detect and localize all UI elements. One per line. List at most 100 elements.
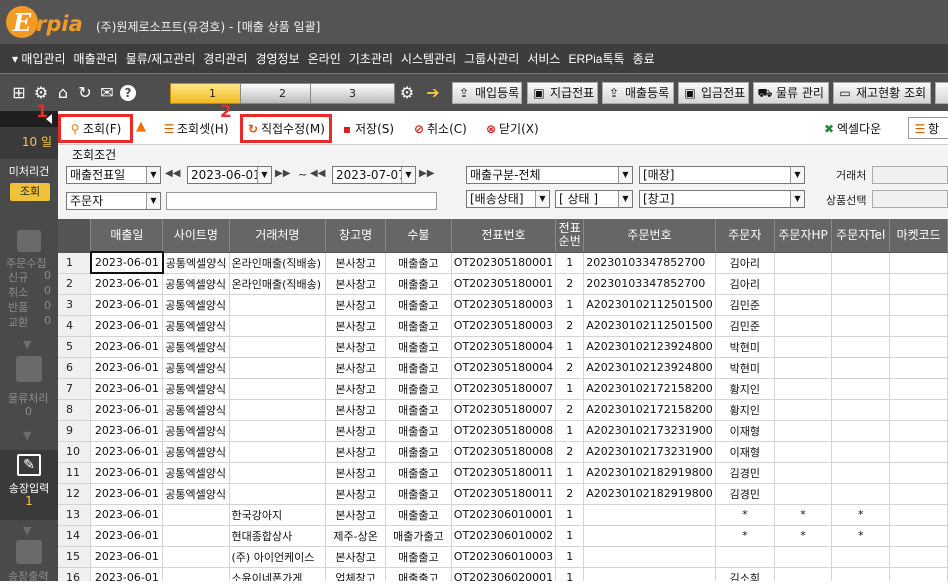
table-cell[interactable]: 이재형	[715, 441, 775, 463]
table-cell[interactable]: OT202306010001	[451, 504, 557, 526]
table-cell[interactable]	[889, 357, 948, 379]
table-cell[interactable]: 20230103347852700	[583, 273, 716, 295]
table-cell[interactable]	[583, 567, 716, 581]
table-cell[interactable]: 2023-06-01	[90, 357, 164, 379]
table-cell[interactable]: A20230102173231900	[583, 441, 716, 463]
tab-3[interactable]: 3	[310, 83, 395, 104]
table-cell[interactable]	[774, 336, 833, 358]
table-cell[interactable]	[831, 420, 891, 442]
table-row[interactable]: 15 2023-06-01 (주) 아이언케이스 본사창고 매출출고 OT20230601…	[58, 546, 948, 568]
table-cell[interactable]: 본사창고	[325, 546, 386, 568]
table-cell[interactable]: 현대종합상사	[229, 525, 327, 547]
refresh-icon[interactable]: ↻	[76, 84, 94, 102]
table-cell[interactable]	[774, 315, 833, 337]
next-icon[interactable]: ▶▶	[419, 168, 434, 179]
table-cell[interactable]: 2023-06-01	[90, 420, 164, 442]
table-cell[interactable]: 공통엑셀양식	[162, 357, 230, 379]
table-cell[interactable]: 2	[555, 483, 585, 505]
table-cell[interactable]	[889, 273, 948, 295]
table-cell[interactable]: 2023-06-01	[90, 399, 164, 421]
date-to-input[interactable]: 2023-07-07 ▼	[332, 166, 416, 184]
table-cell[interactable]	[831, 273, 891, 295]
table-cell[interactable]: 2	[555, 357, 585, 379]
date-type-select[interactable]: 매출전표일 ▼	[66, 166, 161, 184]
table-cell[interactable]: 2023-06-01	[90, 546, 164, 568]
items-button[interactable]: ☰ 항	[908, 117, 948, 139]
table-cell[interactable]	[774, 378, 833, 400]
table-cell[interactable]	[831, 336, 891, 358]
table-cell[interactable]: 1	[555, 462, 585, 484]
table-cell[interactable]	[229, 294, 327, 316]
table-cell[interactable]	[831, 315, 891, 337]
table-cell[interactable]	[774, 441, 833, 463]
table-cell[interactable]: 2023-06-01	[90, 273, 164, 295]
table-cell[interactable]: 공통엑셀양식	[162, 462, 230, 484]
table-cell[interactable]: 2023-06-01	[90, 462, 164, 484]
left-inquiry-button[interactable]: 조회	[10, 183, 50, 201]
table-cell[interactable]	[229, 441, 327, 463]
table-cell[interactable]: 2023-06-01	[90, 483, 164, 505]
table-cell[interactable]: OT202305180011	[451, 462, 557, 484]
table-cell[interactable]	[889, 462, 948, 484]
table-cell[interactable]: 매출출고	[385, 378, 452, 400]
table-cell[interactable]: A20230102112501500	[583, 294, 716, 316]
table-cell[interactable]: 공통엑셀양식	[162, 294, 230, 316]
orderer-select[interactable]: 주문자 ▼	[66, 192, 161, 210]
table-cell[interactable]: 본사창고	[325, 462, 386, 484]
warehouse-select[interactable]: [창고] ▼	[639, 190, 805, 208]
table-cell[interactable]: 1	[555, 336, 585, 358]
search-set-button[interactable]: ☰ 조회셋(H)	[162, 120, 229, 137]
payment-slip-button[interactable]: ▣ 지급전표	[527, 82, 598, 104]
table-cell[interactable]	[229, 483, 327, 505]
table-cell[interactable]: 매출출고	[385, 315, 452, 337]
table-cell[interactable]: A20230102173231900	[583, 420, 716, 442]
table-cell[interactable]	[774, 462, 833, 484]
table-cell[interactable]: OT202305180003	[451, 315, 557, 337]
inventory-button[interactable]: ▭ 재고현황 조회	[833, 82, 931, 104]
table-cell[interactable]: 매출출고	[385, 399, 452, 421]
save-button[interactable]: ▪ 저장(S)	[340, 120, 394, 137]
table-cell[interactable]: 본사창고	[325, 420, 386, 442]
column-header[interactable]: 주문번호	[583, 219, 716, 253]
column-header[interactable]: 마켓코드	[889, 219, 948, 253]
cancel-button[interactable]: ⊘ 취소(C)	[412, 120, 467, 137]
table-cell[interactable]: 김아리	[715, 252, 775, 274]
table-cell[interactable]: 공통엑셀양식	[162, 252, 230, 274]
table-cell[interactable]	[774, 273, 833, 295]
table-cell[interactable]: 공통엑셀양식	[162, 378, 230, 400]
table-cell[interactable]	[831, 462, 891, 484]
menu-accounting[interactable]: 경리관리	[203, 50, 247, 67]
column-header[interactable]: 거래처명	[229, 219, 327, 253]
table-cell[interactable]: 소윤이네폰가게	[229, 567, 327, 581]
table-cell[interactable]	[583, 504, 716, 526]
excel-download-button[interactable]: ✖ 엑셀다운	[822, 120, 881, 137]
table-cell[interactable]	[229, 378, 327, 400]
product-input[interactable]	[872, 190, 948, 208]
table-cell[interactable]: 본사창고	[325, 336, 386, 358]
table-cell[interactable]: OT202305180007	[451, 399, 557, 421]
table-cell[interactable]	[831, 567, 891, 581]
table-cell[interactable]: 본사창고	[325, 252, 386, 274]
column-header[interactable]: 사이트명	[162, 219, 230, 253]
table-cell[interactable]: A20230102123924800	[583, 357, 716, 379]
table-cell[interactable]: A20230102172158200	[583, 378, 716, 400]
arrow-right-icon[interactable]: ➔	[424, 84, 442, 102]
table-cell[interactable]	[774, 420, 833, 442]
table-cell[interactable]: 매출출고	[385, 273, 452, 295]
table-cell[interactable]: 공통엑셀양식	[162, 483, 230, 505]
table-cell[interactable]: OT202305180011	[451, 483, 557, 505]
table-cell[interactable]	[583, 525, 716, 547]
table-cell[interactable]: 본사창고	[325, 357, 386, 379]
logistics-button[interactable]: ⛟ 물류 관리	[753, 82, 829, 104]
table-cell[interactable]: 온라인매출(직배송)	[229, 273, 327, 295]
menu-purchase[interactable]: ▾ 매입관리	[12, 50, 66, 67]
column-header[interactable]: 수불	[385, 219, 452, 253]
table-cell[interactable]: OT202305180007	[451, 378, 557, 400]
box-icon[interactable]	[16, 356, 42, 382]
menu-logistics[interactable]: 물류/재고관리	[126, 50, 196, 67]
table-cell[interactable]: 본사창고	[325, 294, 386, 316]
table-cell[interactable]: 2023-06-01	[90, 315, 164, 337]
store-select[interactable]: [매장] ▼	[639, 166, 805, 184]
table-cell[interactable]	[162, 525, 230, 547]
table-cell[interactable]: OT202305180001	[451, 252, 557, 274]
